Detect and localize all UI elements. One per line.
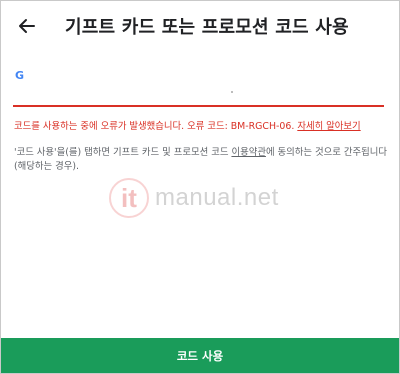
promo-code-input[interactable] <box>13 71 384 107</box>
terms-text-before: '코드 사용'을(를) 탭하면 기프트 카드 및 프로모션 코드 <box>14 147 232 158</box>
cursor-dot <box>231 91 233 93</box>
error-message: 코드를 사용하는 중에 오류가 발생했습니다. 오류 코드: BM-RGCH-0… <box>14 118 389 132</box>
redeem-code-button[interactable]: 코드 사용 <box>1 338 399 373</box>
redeem-screen: 기프트 카드 또는 프로모션 코드 사용 G 코드를 사용하는 중에 오류가 발… <box>0 0 400 374</box>
page-title: 기프트 카드 또는 프로모션 코드 사용 <box>65 17 349 38</box>
watermark: it manual.net <box>109 176 299 220</box>
terms-link[interactable]: 이용약관 <box>231 147 266 158</box>
back-button[interactable] <box>15 14 39 38</box>
watermark-text: manual.net <box>155 184 279 211</box>
app-bar: 기프트 카드 또는 프로모션 코드 사용 <box>1 1 399 51</box>
watermark-badge: it <box>109 178 149 218</box>
error-text: 코드를 사용하는 중에 오류가 발생했습니다. 오류 코드: BM-RGCH-0… <box>14 121 298 132</box>
learn-more-link[interactable]: 자세히 알아보기 <box>297 121 360 132</box>
terms-notice: '코드 사용'을(를) 탭하면 기프트 카드 및 프로모션 코드 이용약관에 동… <box>14 146 389 174</box>
arrow-back-icon <box>19 19 35 33</box>
